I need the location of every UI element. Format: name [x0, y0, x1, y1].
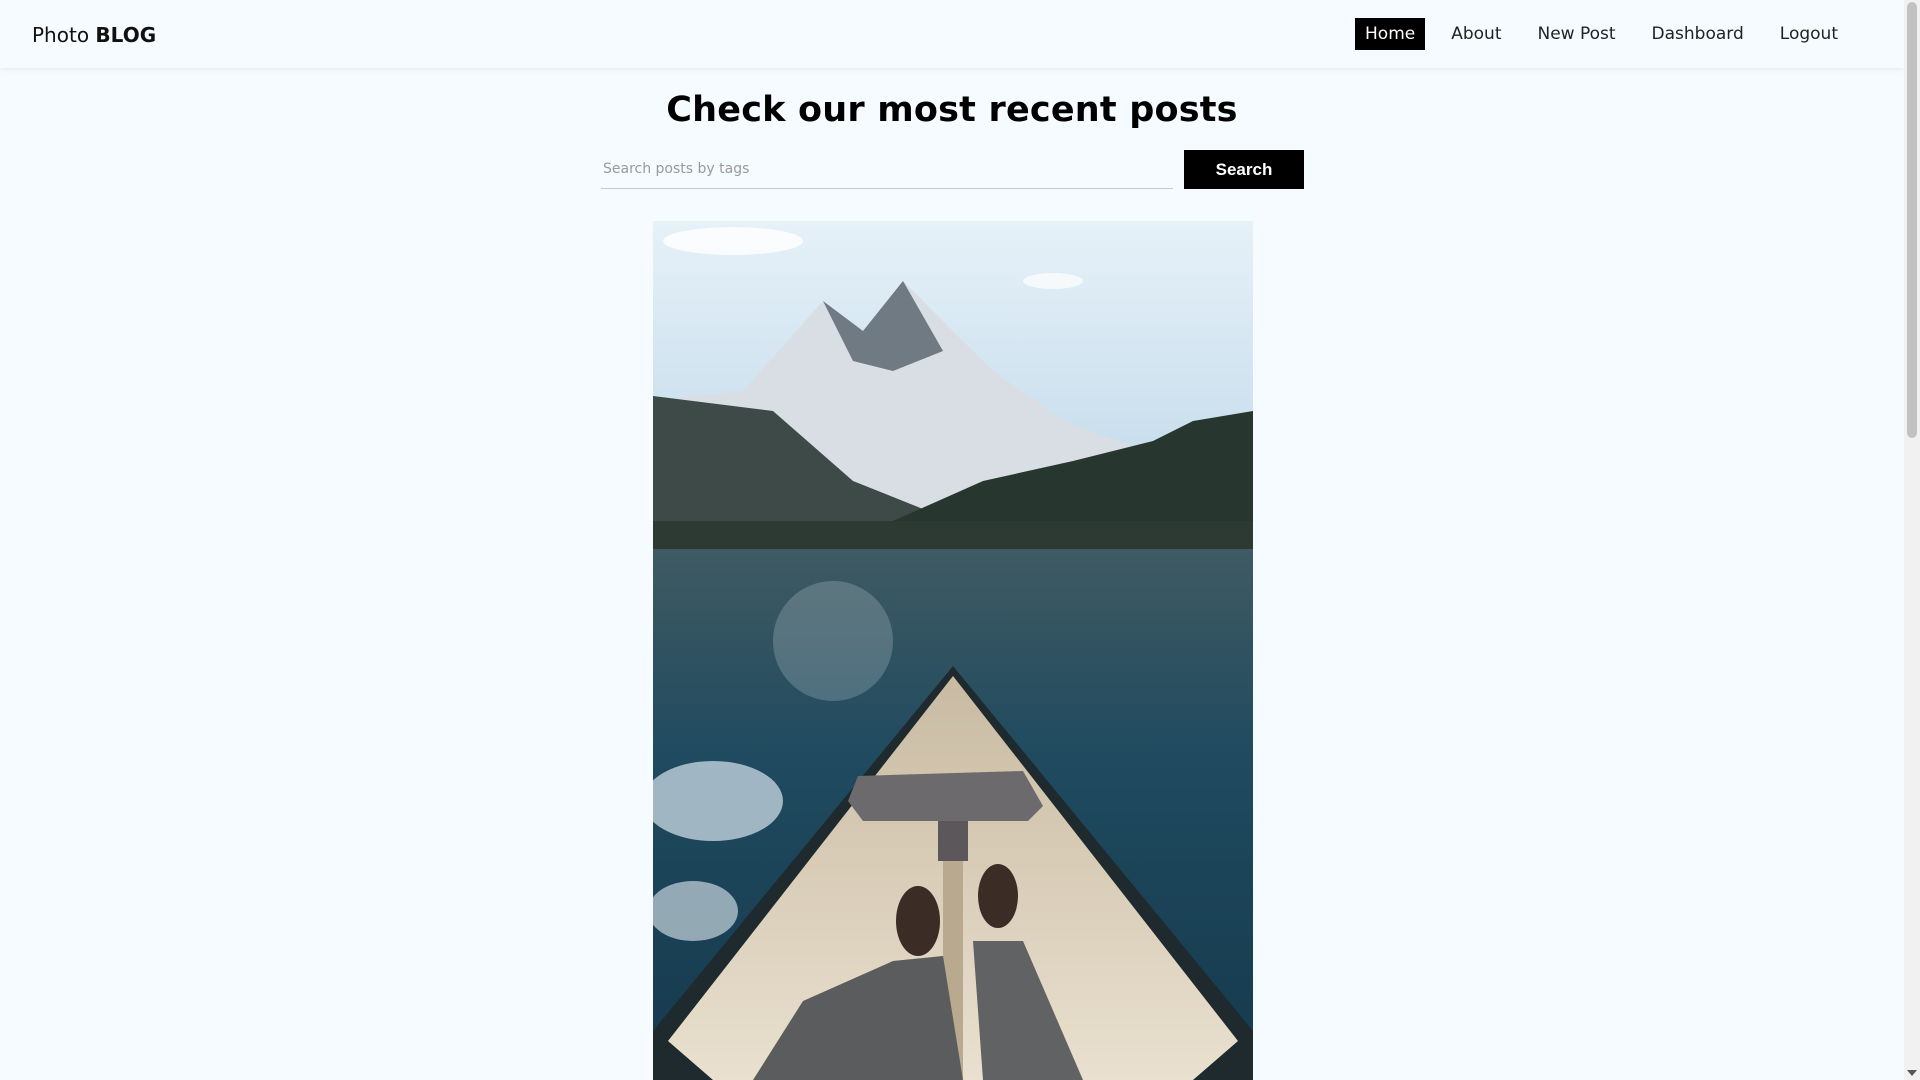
main-nav: Home About New Post Dashboard Logout [1339, 18, 1848, 50]
scroll-down-arrow-icon[interactable] [1907, 1070, 1917, 1076]
nav-about-link[interactable]: About [1441, 18, 1511, 50]
page-title: Check our most recent posts [666, 90, 1238, 130]
search-input[interactable] [601, 150, 1173, 189]
search-bar: Search [601, 150, 1304, 189]
brand-light: Photo [32, 23, 90, 47]
post-image[interactable] [653, 221, 1253, 1080]
nav-new-post-link[interactable]: New Post [1527, 18, 1625, 50]
nav-home-link[interactable]: Home [1355, 18, 1426, 50]
page-scrollbar[interactable] [1904, 0, 1920, 1080]
nav-logout-link[interactable]: Logout [1770, 18, 1848, 50]
search-button[interactable]: Search [1184, 150, 1304, 189]
mountain-lake-canoe-photo-icon [653, 221, 1253, 1080]
site-logo[interactable]: Photo BLOG [32, 22, 156, 48]
nav-dashboard-link[interactable]: Dashboard [1642, 18, 1754, 50]
top-navbar: Photo BLOG Home About New Post Dashboard… [0, 0, 1904, 68]
scrollbar-thumb[interactable] [1907, 2, 1917, 438]
brand-bold: BLOG [95, 23, 157, 47]
